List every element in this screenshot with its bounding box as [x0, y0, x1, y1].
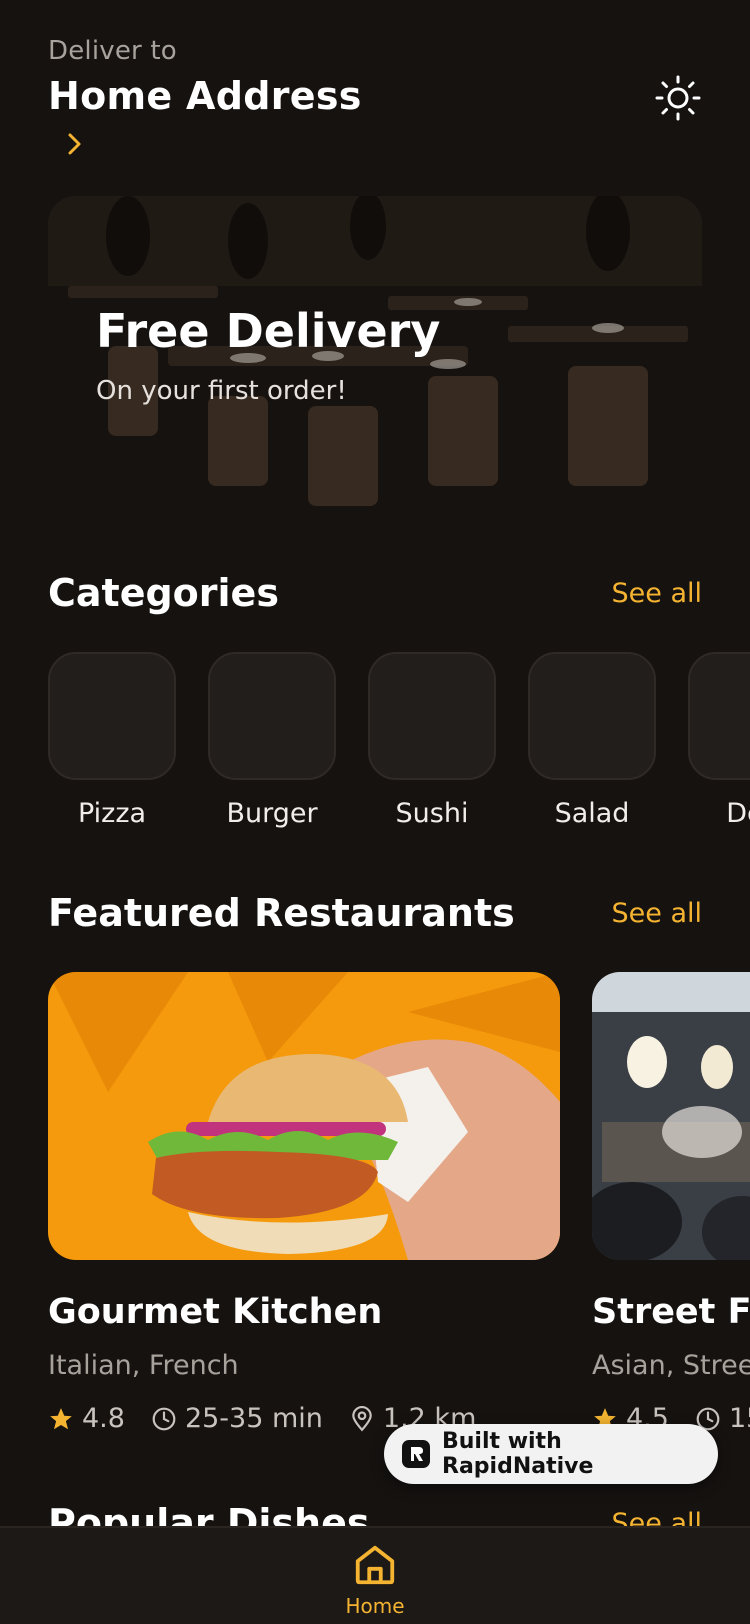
nav-home-label: Home — [345, 1594, 405, 1618]
restaurant-cuisine: Italian, French — [48, 1350, 239, 1381]
badge-label: Built with RapidNative — [442, 1429, 594, 1479]
rapidnative-logo-icon — [402, 1440, 430, 1468]
categories-header: Categories See all — [48, 568, 702, 618]
star-icon — [50, 1407, 72, 1429]
bottom-nav: Home — [0, 1526, 750, 1624]
categories-list[interactable]: Pizza Burger Sushi Salad Des — [48, 652, 750, 842]
featured-title: Featured Restaurants — [48, 891, 515, 935]
restaurant-cuisine: Asian, Street — [592, 1350, 750, 1381]
delivery-time: 25-35 min — [184, 1403, 323, 1434]
restaurant-name: Street Fo — [592, 1292, 750, 1332]
location-pin-icon — [352, 1405, 372, 1431]
nav-home-tab[interactable]: Home — [345, 1542, 405, 1618]
restaurant-image — [592, 972, 750, 1260]
restaurant-rating: 4.8 — [82, 1403, 125, 1434]
restaurant-name: Gourmet Kitchen — [48, 1292, 383, 1332]
category-label: Burger — [226, 798, 318, 829]
category-pizza[interactable]: Pizza — [48, 652, 176, 829]
banner-subtitle: On your first order! — [96, 376, 347, 406]
category-burger[interactable]: Burger — [208, 652, 336, 829]
category-label: Pizza — [77, 798, 147, 829]
clock-icon — [152, 1407, 176, 1430]
category-tile — [208, 652, 336, 780]
sun-icon[interactable] — [654, 74, 702, 122]
categories-see-all-link[interactable]: See all — [612, 578, 703, 609]
delivery-time: 15 — [728, 1403, 750, 1434]
featured-see-all-link[interactable]: See all — [612, 898, 703, 929]
featured-restaurants-list[interactable]: Gourmet Kitchen Italian, French 4.8 25-3… — [48, 972, 750, 1452]
chevron-right-icon[interactable] — [62, 132, 86, 156]
category-label: Sushi — [395, 798, 469, 829]
home-icon — [355, 1545, 395, 1585]
category-dessert[interactable]: Des — [688, 652, 750, 829]
category-tile — [528, 652, 656, 780]
delivery-header: Deliver to Home Address — [48, 36, 702, 166]
restaurant-image — [48, 972, 560, 1260]
restaurant-card[interactable]: Street Fo Asian, Street 4.5 15 — [592, 972, 750, 1434]
banner-title: Free Delivery — [96, 304, 441, 358]
deliver-to-label: Deliver to — [48, 36, 177, 66]
category-label: Des — [726, 798, 750, 829]
restaurant-card[interactable]: Gourmet Kitchen Italian, French 4.8 25-3… — [48, 972, 560, 1434]
category-tile — [368, 652, 496, 780]
delivery-address[interactable]: Home Address — [48, 74, 702, 118]
featured-header: Featured Restaurants See all — [48, 888, 702, 938]
categories-title: Categories — [48, 571, 279, 615]
category-tile — [48, 652, 176, 780]
built-with-badge[interactable]: Built with RapidNative — [384, 1424, 718, 1484]
free-delivery-banner[interactable]: Free Delivery On your first order! — [48, 196, 702, 516]
category-label: Salad — [554, 798, 630, 829]
category-salad[interactable]: Salad — [528, 652, 656, 829]
category-tile — [688, 652, 750, 780]
category-sushi[interactable]: Sushi — [368, 652, 496, 829]
